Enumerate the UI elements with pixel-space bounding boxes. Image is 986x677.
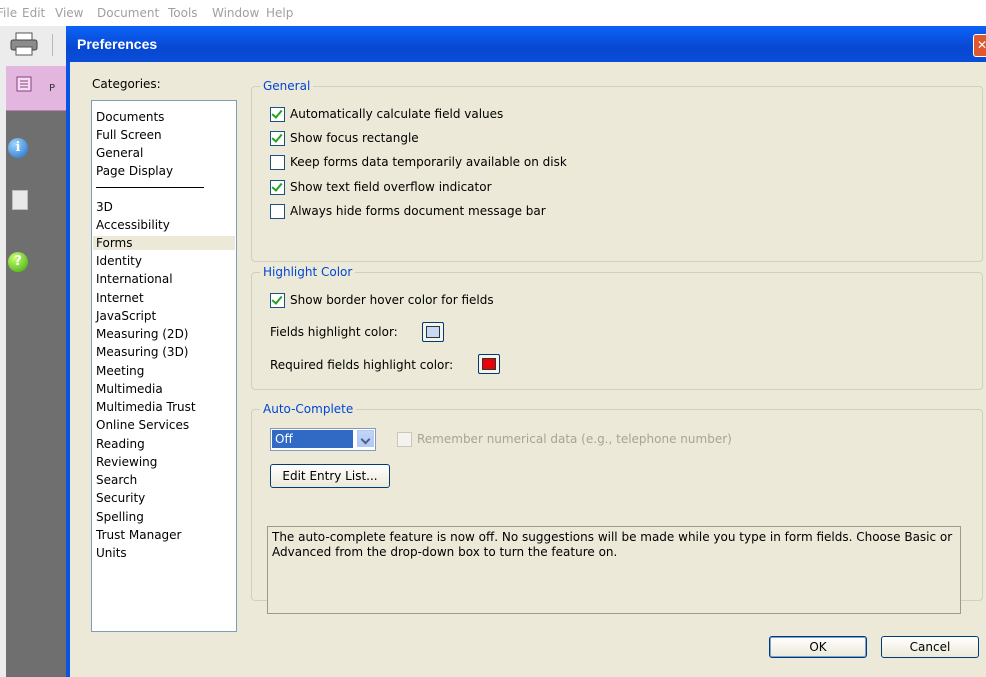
category-measuring-3d[interactable]: Measuring (3D) xyxy=(96,345,189,359)
highlight-group-title: Highlight Color xyxy=(260,265,356,279)
category-javascript[interactable]: JavaScript xyxy=(96,309,156,323)
menu-file[interactable]: File xyxy=(0,6,17,20)
close-button[interactable]: ✕ xyxy=(973,34,986,57)
checkbox-focus-rectangle[interactable] xyxy=(270,131,285,146)
category-general[interactable]: General xyxy=(96,146,143,160)
menu-edit[interactable]: Edit xyxy=(22,6,45,20)
checkbox-remember-numerical[interactable] xyxy=(397,432,412,447)
menu-document[interactable]: Document xyxy=(97,6,159,20)
label-border-hover: Show border hover color for fields xyxy=(290,293,494,307)
dialog-title: Preferences xyxy=(77,36,158,52)
toolbar-separator xyxy=(52,34,53,56)
category-3d[interactable]: 3D xyxy=(96,200,113,214)
label-overflow-indicator: Show text field overflow indicator xyxy=(290,180,492,194)
checkbox-hide-message-bar[interactable] xyxy=(270,204,285,219)
menu-view[interactable]: View xyxy=(55,6,83,20)
ok-button[interactable]: OK xyxy=(769,636,867,658)
category-reviewing[interactable]: Reviewing xyxy=(96,455,157,469)
print-icon[interactable] xyxy=(10,32,38,56)
title-bar[interactable]: Preferences ✕ xyxy=(66,26,986,62)
category-online-services[interactable]: Online Services xyxy=(96,418,189,432)
label-remember-numerical: Remember numerical data (e.g., telephone… xyxy=(417,432,732,446)
category-meeting[interactable]: Meeting xyxy=(96,364,144,378)
fields-color-swatch xyxy=(426,326,440,338)
fields-highlight-color-label: Fields highlight color: xyxy=(270,325,398,339)
category-multimedia[interactable]: Multimedia xyxy=(96,382,163,396)
category-page-display[interactable]: Page Display xyxy=(96,164,173,178)
category-search[interactable]: Search xyxy=(96,473,137,487)
highlight-color-group: Highlight Color Show border hover color … xyxy=(251,265,983,390)
autocomplete-mode-select[interactable]: Off xyxy=(270,428,376,451)
fields-highlight-color-button[interactable] xyxy=(422,322,444,342)
checkbox-border-hover[interactable] xyxy=(270,293,285,308)
category-internet[interactable]: Internet xyxy=(96,291,144,305)
required-color-swatch xyxy=(482,358,496,370)
help-icon[interactable] xyxy=(8,252,28,272)
label-hide-message-bar: Always hide forms document message bar xyxy=(290,204,546,218)
checkbox-keep-forms-data[interactable] xyxy=(270,155,285,170)
edit-entry-list-button[interactable]: Edit Entry List... xyxy=(270,464,390,488)
autocomplete-group-title: Auto-Complete xyxy=(260,402,357,416)
checkbox-auto-calculate[interactable] xyxy=(270,107,285,122)
pages-icon xyxy=(16,76,32,92)
category-forms[interactable]: Forms xyxy=(93,236,235,250)
category-divider xyxy=(96,187,204,188)
category-full-screen[interactable]: Full Screen xyxy=(96,128,162,142)
label-keep-forms-data: Keep forms data temporarily available on… xyxy=(290,155,567,169)
general-group-title: General xyxy=(260,79,314,93)
autocomplete-mode-value: Off xyxy=(272,430,353,448)
pages-panel-tab[interactable]: P xyxy=(6,66,66,111)
category-measuring-2d[interactable]: Measuring (2D) xyxy=(96,327,189,341)
category-international[interactable]: International xyxy=(96,272,173,286)
category-trust-manager[interactable]: Trust Manager xyxy=(96,528,181,542)
navigation-pane xyxy=(6,76,66,677)
label-focus-rectangle: Show focus rectangle xyxy=(290,131,419,145)
required-highlight-color-button[interactable] xyxy=(478,354,500,374)
menu-help[interactable]: Help xyxy=(266,6,293,20)
chevron-down-icon[interactable] xyxy=(357,430,374,447)
document-icon[interactable] xyxy=(12,190,28,210)
autocomplete-description: The auto-complete feature is now off. No… xyxy=(267,526,961,614)
required-highlight-color-label: Required fields highlight color: xyxy=(270,358,454,372)
menu-bar: File Edit View Document Tools Window Hel… xyxy=(0,0,986,26)
checkbox-overflow-indicator[interactable] xyxy=(270,180,285,195)
categories-label: Categories: xyxy=(92,77,161,91)
pages-tab-label: P xyxy=(49,83,56,94)
cancel-button[interactable]: Cancel xyxy=(881,636,979,658)
label-auto-calculate: Automatically calculate field values xyxy=(290,107,504,121)
preferences-dialog: Preferences ✕ Categories: Documents Full… xyxy=(66,26,986,677)
category-security[interactable]: Security xyxy=(96,491,145,505)
category-accessibility[interactable]: Accessibility xyxy=(96,218,170,232)
category-identity[interactable]: Identity xyxy=(96,254,142,268)
category-multimedia-trust[interactable]: Multimedia Trust xyxy=(96,400,196,414)
info-icon[interactable] xyxy=(8,138,28,158)
categories-list[interactable]: Documents Full Screen General Page Displ… xyxy=(91,100,237,632)
category-reading[interactable]: Reading xyxy=(96,437,145,451)
category-spelling[interactable]: Spelling xyxy=(96,510,144,524)
general-group: General Automatically calculate field va… xyxy=(251,79,983,262)
menu-window[interactable]: Window xyxy=(212,6,259,20)
dialog-client-area: Categories: Documents Full Screen Genera… xyxy=(70,62,986,677)
menu-tools[interactable]: Tools xyxy=(168,6,198,20)
category-documents[interactable]: Documents xyxy=(96,110,164,124)
category-units[interactable]: Units xyxy=(96,546,127,560)
